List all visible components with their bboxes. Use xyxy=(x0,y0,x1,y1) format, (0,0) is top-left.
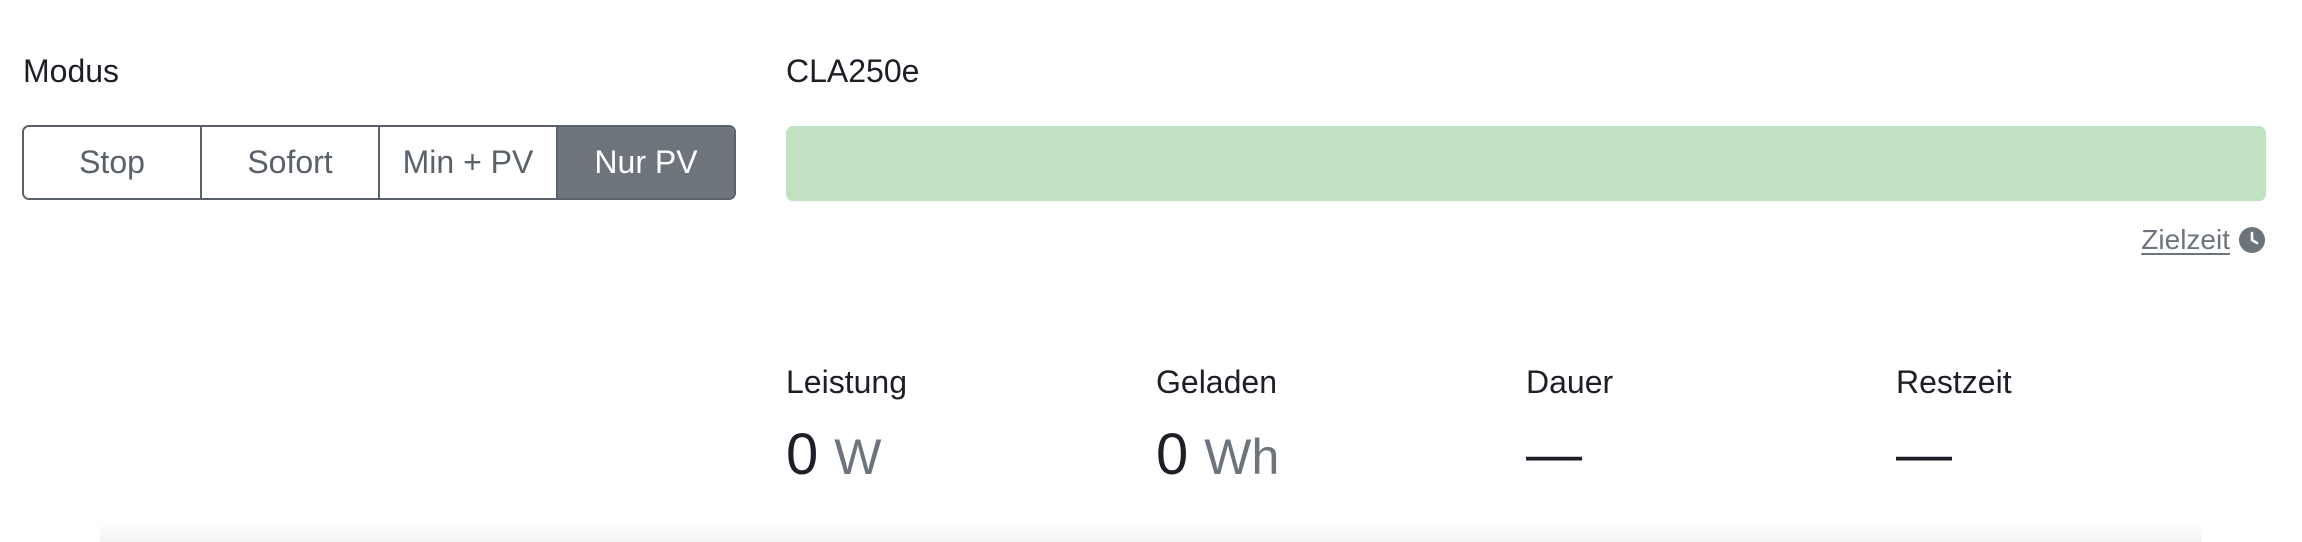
stat-label: Geladen xyxy=(1156,364,1277,400)
stat-number: 0 xyxy=(1156,422,1189,487)
mode-selector: Stop Sofort Min + PV Nur PV xyxy=(22,125,736,200)
stat-label: Leistung xyxy=(786,364,907,400)
stat-unit: Wh xyxy=(1204,429,1280,485)
stat-value: — xyxy=(1896,426,2266,482)
charge-progress-fill xyxy=(786,126,2266,201)
mode-stop-button[interactable]: Stop xyxy=(24,127,202,198)
stat-value: 0 Wh xyxy=(1156,426,1526,484)
stat-label: Dauer xyxy=(1526,364,1614,400)
mode-sofort-button[interactable]: Sofort xyxy=(202,127,380,198)
stat-number: — xyxy=(1526,422,1582,485)
target-time-link[interactable]: Zielzeit xyxy=(2141,224,2266,256)
mode-label: Modus xyxy=(23,53,120,89)
stat-value: 0 W xyxy=(786,426,1156,484)
stat-number: — xyxy=(1896,422,1952,485)
stat-restzeit: Restzeit — xyxy=(1896,366,2266,484)
charging-stats: Leistung 0 W Geladen 0 Wh Dauer — Restze… xyxy=(786,366,2266,484)
stat-value: — xyxy=(1526,426,1896,482)
stat-number: 0 xyxy=(786,422,819,487)
clock-icon xyxy=(2238,226,2266,254)
stat-leistung: Leistung 0 W xyxy=(786,366,1156,484)
stat-dauer: Dauer — xyxy=(1526,366,1896,484)
stat-geladen: Geladen 0 Wh xyxy=(1156,366,1526,484)
bottom-shadow xyxy=(100,522,2202,542)
mode-min-pv-button[interactable]: Min + PV xyxy=(380,127,558,198)
mode-nur-pv-button[interactable]: Nur PV xyxy=(558,127,734,198)
stat-label: Restzeit xyxy=(1896,364,2012,400)
charge-progress-bar xyxy=(786,126,2266,201)
vehicle-title: CLA250e xyxy=(786,53,920,89)
stat-unit: W xyxy=(834,429,882,485)
target-time-label: Zielzeit xyxy=(2141,224,2230,255)
